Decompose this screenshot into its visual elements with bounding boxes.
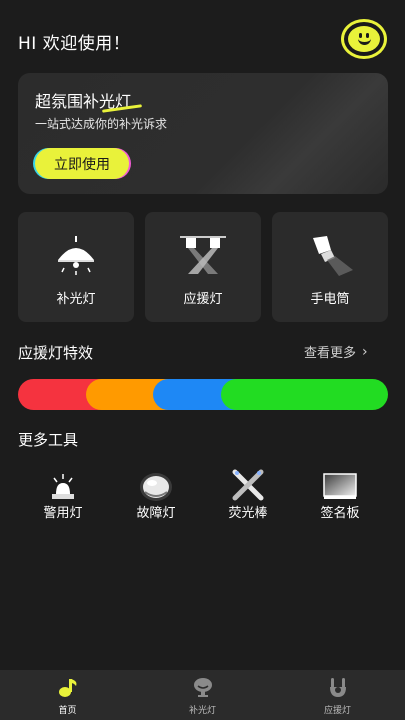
home-note-icon	[0, 676, 135, 698]
tab-label: 应援灯	[323, 706, 351, 716]
tool-label: 警用灯	[43, 506, 83, 521]
avatar[interactable]	[341, 19, 387, 59]
promo-banner: 超氛围补光灯 一站式达成你的补光诉求 立即使用	[18, 73, 388, 194]
view-more-label: 查看更多	[304, 346, 357, 361]
tile-label: 应援灯	[183, 292, 223, 307]
tile-label: 补光灯	[56, 292, 96, 307]
header: HI 欢迎使用！	[0, 0, 405, 72]
tool-warning-lamp[interactable]: 故障灯	[116, 468, 196, 528]
tile-cheer-light[interactable]: 应援灯	[145, 212, 261, 322]
view-more-link[interactable]: 查看更多 ›	[304, 342, 368, 362]
effect-green[interactable]	[221, 379, 388, 410]
greeting-text: HI 欢迎使用！	[18, 34, 131, 54]
tab-cheer-light[interactable]: 应援灯	[270, 670, 405, 720]
tile-flashlight[interactable]: 手电筒	[272, 212, 388, 322]
flashlight-icon	[272, 234, 388, 278]
use-now-button[interactable]: 立即使用	[35, 148, 129, 179]
fill-light-icon	[135, 676, 270, 698]
tool-glow-stick[interactable]: 荧光棒	[208, 468, 288, 528]
signature-board-icon	[300, 468, 380, 502]
smiley-icon	[348, 26, 380, 52]
tile-fill-light[interactable]: 补光灯	[18, 212, 134, 322]
warning-lamp-icon	[116, 468, 196, 502]
tool-label: 签名板	[320, 506, 360, 521]
tab-label: 补光灯	[188, 706, 216, 716]
tab-label: 首页	[58, 706, 77, 716]
tab-fill-light[interactable]: 补光灯	[135, 670, 270, 720]
glow-stick-icon	[208, 468, 288, 502]
tool-police-light[interactable]: 警用灯	[23, 468, 103, 528]
stage-spotlight-icon	[145, 234, 261, 278]
tab-home[interactable]: 首页	[0, 670, 135, 720]
ceiling-lamp-icon	[18, 234, 134, 278]
tools-section-title: 更多工具	[18, 431, 79, 449]
cheer-hand-icon	[270, 676, 405, 698]
tool-label: 故障灯	[136, 506, 176, 521]
tool-signature-board[interactable]: 签名板	[300, 468, 380, 528]
chevron-right-icon: ›	[362, 343, 368, 360]
effects-strip	[18, 379, 388, 410]
bottom-tab-bar: 首页 补光灯 应援灯	[0, 670, 405, 720]
tile-label: 手电筒	[310, 292, 350, 307]
police-light-icon	[23, 468, 103, 502]
tool-label: 荧光棒	[228, 506, 268, 521]
banner-subtitle: 一站式达成你的补光诉求	[35, 117, 168, 131]
effects-section-title: 应援灯特效	[18, 344, 94, 362]
